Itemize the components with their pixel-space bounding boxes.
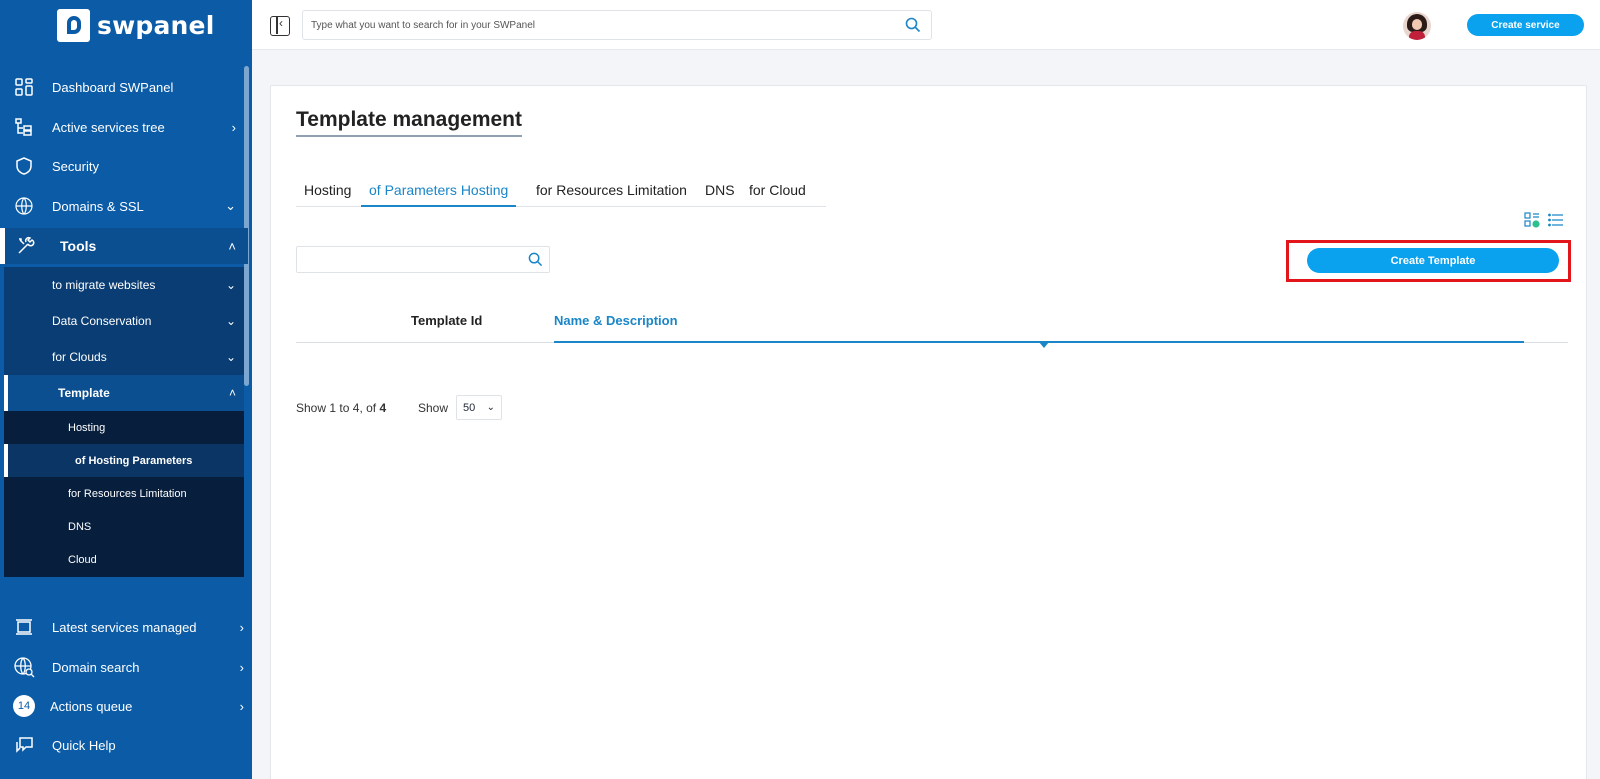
chevron-right-icon: › (239, 698, 244, 714)
sidebar-item-active-services-tree[interactable]: Active services tree › (0, 109, 248, 145)
sidebar-template-resources-limitation[interactable]: for Resources Limitation (4, 477, 244, 510)
chevron-right-icon: › (239, 659, 244, 675)
page-title: Template management (296, 108, 523, 137)
chevron-down-icon: ⌄ (225, 350, 236, 364)
global-search[interactable] (302, 10, 932, 40)
tab-resources-limitation[interactable]: for Resources Limitation (536, 182, 687, 207)
sidebar-template-dns[interactable]: DNS (4, 510, 244, 543)
topbar: Create service (252, 0, 1600, 50)
template-tabs: Hosting of Parameters Hosting for Resour… (296, 182, 826, 207)
column-header-name-description[interactable]: Name & Description (554, 313, 678, 328)
swpanel-logo[interactable]: swpanel (57, 8, 214, 42)
list-view-icon[interactable] (1548, 212, 1564, 233)
sidebar-subitem-template[interactable]: Template ˄ (4, 375, 244, 411)
queue-count-badge: 14 (13, 695, 35, 717)
sidebar-subitem-for-clouds[interactable]: for Clouds ⌄ (4, 339, 244, 375)
sidebar-template-hosting[interactable]: Hosting (4, 411, 244, 444)
logo-text: swpanel (97, 10, 215, 40)
template-filter[interactable] (296, 246, 550, 273)
tab-dns[interactable]: DNS (705, 182, 735, 207)
grid-view-icon[interactable] (1524, 212, 1540, 233)
sidebar-item-label: Latest services managed (52, 619, 197, 635)
chevron-up-icon: ˄ (228, 386, 236, 400)
chevron-down-icon: ⌄ (486, 402, 495, 413)
create-template-button[interactable]: Create Template (1307, 248, 1559, 273)
sidebar-subitem-label: Data Conservation (52, 314, 152, 328)
chevron-up-icon: ˄ (228, 238, 236, 254)
page-size-value: 50 (463, 401, 476, 414)
page-size-label: Show (418, 401, 449, 415)
sidebar-subitem-data-conservation[interactable]: Data Conservation ⌄ (4, 303, 244, 339)
sidebar-item-label: Tools (60, 238, 97, 254)
view-toggle (1524, 212, 1564, 233)
sidebar-subsub-label: Cloud (68, 554, 97, 566)
sidebar-template-hosting-parameters[interactable]: of Hosting Parameters (4, 444, 244, 477)
template-filter-input[interactable] (297, 247, 517, 272)
sidebar-item-security[interactable]: Security (0, 148, 248, 184)
sidebar-item-label: Security (52, 158, 99, 174)
chevron-down-icon: ⌄ (225, 314, 236, 328)
shield-icon (13, 155, 35, 177)
tab-parameters-hosting[interactable]: of Parameters Hosting (361, 182, 517, 207)
www-icon (13, 195, 35, 217)
sidebar-subsub-label: for Resources Limitation (68, 487, 187, 500)
sidebar-item-label: Domains & SSL (52, 198, 144, 214)
sidebar-collapse-icon[interactable] (270, 16, 290, 36)
sort-caret-icon (1039, 342, 1049, 348)
column-header-template-id[interactable]: Template Id (411, 313, 482, 328)
sidebar-item-dashboard[interactable]: Dashboard SWPanel (0, 69, 248, 105)
chevron-right-icon: › (231, 119, 236, 135)
chevron-down-icon: ⌄ (225, 278, 236, 292)
actions-queue-badge: 14 (13, 695, 35, 717)
chevron-right-icon: › (239, 619, 244, 635)
sidebar-subsub-label: of Hosting Parameters (75, 454, 193, 467)
tab-hosting[interactable]: Hosting (304, 182, 351, 207)
sidebar-item-tools[interactable]: Tools ˄ (0, 228, 248, 264)
page-size-select[interactable]: 50 ⌄ (456, 395, 502, 420)
search-icon[interactable] (528, 252, 543, 272)
sidebar-item-label: Domain search (52, 659, 140, 675)
sidebar-subitem-migrate-websites[interactable]: to migrate websites ⌄ (4, 267, 244, 303)
sidebar-item-label: Active services tree (52, 119, 165, 135)
sidebar-subitem-label: to migrate websites (52, 278, 156, 292)
sidebar-subsub-label: Hosting (68, 421, 106, 434)
sidebar-subsub-label: DNS (68, 520, 92, 533)
tools-icon (15, 235, 37, 257)
sidebar-subitem-label: Template (58, 386, 110, 400)
swpanel-logo-icon (57, 8, 90, 42)
sidebar-item-domain-search[interactable]: Domain search › (0, 649, 248, 685)
sidebar-template-cloud[interactable]: Cloud (4, 543, 244, 577)
tab-cloud[interactable]: for Cloud (749, 182, 806, 207)
sidebar-subitem-label: for Clouds (52, 350, 107, 364)
sidebar-item-label: Dashboard SWPanel (52, 79, 174, 95)
tree-icon (13, 116, 35, 138)
sidebar: swpanel Dashboard SWPanel Active service… (0, 0, 252, 779)
sidebar-item-label: Quick Help (52, 737, 116, 753)
dashboard-grid-icon (13, 76, 35, 98)
search-icon[interactable] (905, 17, 921, 38)
sidebar-item-domains-ssl[interactable]: Domains & SSL ⌄ (0, 188, 248, 224)
chat-icon (13, 734, 35, 756)
user-avatar[interactable] (1403, 12, 1431, 40)
sidebar-item-quick-help[interactable]: Quick Help (0, 727, 248, 763)
template-management-panel: Template management Hosting of Parameter… (270, 85, 1587, 779)
sidebar-item-actions-queue[interactable]: 14 Actions queue › (0, 688, 248, 724)
latest-services-icon (13, 616, 35, 638)
sidebar-item-label: Actions queue (50, 698, 133, 714)
chevron-down-icon: ⌄ (225, 198, 236, 213)
globe-search-icon (13, 656, 35, 678)
sidebar-item-latest-services[interactable]: Latest services managed › (0, 609, 248, 645)
global-search-input[interactable] (303, 11, 883, 39)
create-service-button[interactable]: Create service (1467, 14, 1584, 36)
pagination-info: Show 1 to 4, of 4 (296, 401, 387, 415)
